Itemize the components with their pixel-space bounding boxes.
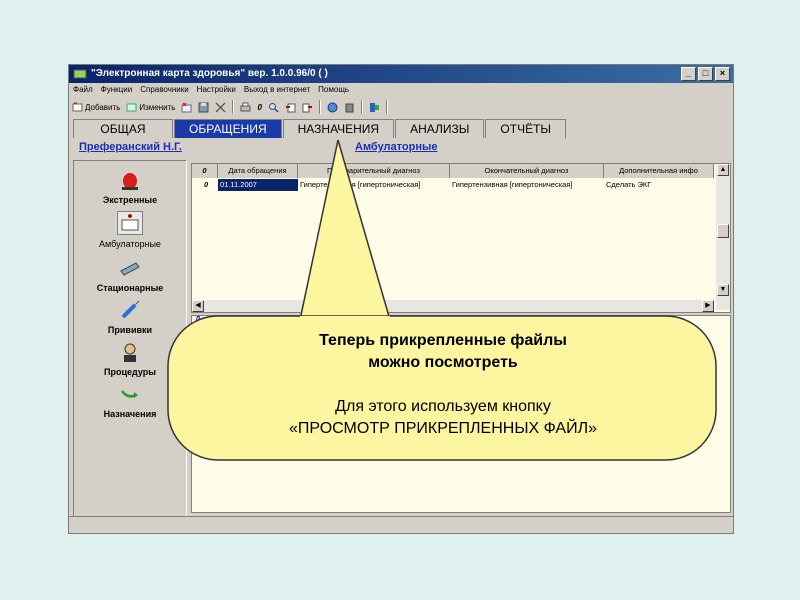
status-bar — [69, 516, 733, 533]
menu-file[interactable]: Файл — [69, 83, 97, 97]
window-title: "Электронная карта здоровья" вер. 1.0.0.… — [91, 68, 328, 79]
row-attachment[interactable]: 0 — [192, 179, 218, 191]
close-button[interactable]: × — [715, 67, 730, 81]
toolbar-separator — [360, 100, 363, 114]
scroll-right-button[interactable]: ▶ — [702, 300, 714, 312]
sidebar-item-emergency[interactable]: Экстренные — [74, 169, 186, 205]
exit-button[interactable] — [366, 102, 383, 113]
visit-date-label: Дата визит — [195, 315, 239, 324]
callout-line-4: «ПРОСМОТР ПРИКРЕПЛЕННЫХ ФАЙЛ» — [289, 420, 597, 437]
edit-label: Изменить — [139, 102, 176, 112]
row-final-diagnosis[interactable]: Гипертензивная [гипертоническая] — [450, 179, 604, 191]
sidebar-item-inpatient[interactable]: Стационарные — [74, 257, 186, 293]
sidebar-item-outpatient[interactable]: Амбулаторные — [74, 211, 186, 249]
col-final-diagnosis[interactable]: Окончательный диагноз — [450, 164, 604, 178]
save-button[interactable] — [195, 102, 212, 113]
trash-icon — [345, 103, 354, 112]
section-title: Амбулаторные — [355, 141, 438, 153]
tab-general[interactable]: ОБЩАЯ — [73, 119, 173, 138]
title-bar: "Электронная карта здоровья" вер. 1.0.0.… — [69, 65, 733, 83]
menu-functions[interactable]: Функции — [97, 83, 137, 97]
clinic-icon — [117, 211, 143, 235]
callout-line-2: можно посмотреть — [368, 354, 518, 371]
toolbar: Добавить Изменить 0 — [69, 98, 733, 116]
cancel-button[interactable] — [212, 102, 229, 113]
scroll-thumb[interactable] — [717, 224, 729, 238]
exit-icon — [369, 102, 379, 112]
cancel-icon — [215, 102, 226, 112]
tab-prescriptions[interactable]: НАЗНАЧЕНИЯ — [282, 119, 395, 138]
import-button[interactable] — [282, 102, 299, 113]
magnifier-icon — [268, 102, 279, 113]
callout-line-1: Теперь прикрепленные файлы — [319, 332, 567, 349]
callout-text: Теперь прикрепленные файлы можно посмотр… — [168, 330, 718, 440]
menu-help[interactable]: Помощь — [314, 83, 353, 97]
row-additional-info[interactable]: Сделать ЭКГ — [604, 179, 714, 191]
callout-line-3: Для этого используем кнопку — [335, 398, 551, 415]
trash-button[interactable] — [341, 102, 358, 113]
menu-bar: Файл Функции Справочники Настройки Выход… — [69, 83, 353, 97]
nurse-icon — [124, 343, 136, 362]
add-label: Добавить — [85, 102, 121, 112]
vertical-scrollbar[interactable]: ▲ ▼ — [716, 164, 730, 310]
edit-button[interactable]: Изменить — [123, 102, 178, 113]
tab-visits[interactable]: ОБРАЩЕНИЯ — [174, 119, 282, 138]
paperclip-icon: 0 — [257, 102, 262, 112]
maximize-button[interactable]: □ — [698, 67, 713, 81]
print-icon — [240, 102, 251, 111]
col-attachment[interactable]: 0 — [192, 164, 218, 178]
save-icon — [198, 102, 209, 112]
print-button[interactable] — [237, 102, 254, 113]
visits-table: 0 Дата обращения Предварительный диагноз… — [191, 163, 731, 313]
delete-record-button[interactable] — [178, 102, 195, 113]
scroll-down-button[interactable]: ▼ — [717, 284, 729, 296]
scroll-left-button[interactable]: ◀ — [192, 300, 204, 312]
col-additional-info[interactable]: Дополнительная инфо — [604, 164, 714, 178]
toolbar-separator — [232, 100, 235, 114]
syringe-icon — [121, 300, 140, 319]
view-attachments-button[interactable] — [265, 102, 282, 113]
siren-icon — [122, 173, 138, 190]
table-header: 0 Дата обращения Предварительный диагноз… — [192, 164, 714, 178]
scroll-up-button[interactable]: ▲ — [717, 164, 729, 176]
row-preliminary-diagnosis[interactable]: Гипертензивная [гипертоническая] — [298, 179, 450, 191]
globe-icon — [327, 102, 338, 112]
sidebar-item-label: Стационарные — [96, 283, 164, 293]
table-row[interactable]: 0 01.11.2007 Гипертензивная [гипертониче… — [192, 179, 714, 191]
arrow-icon — [121, 390, 138, 398]
sidebar-item-label: Амбулаторные — [99, 239, 161, 249]
import-icon — [285, 103, 296, 112]
toolbar-separator — [318, 100, 321, 114]
col-preliminary-diagnosis[interactable]: Предварительный диагноз — [298, 164, 450, 178]
delete-record-icon — [181, 102, 192, 112]
minimize-button[interactable]: _ — [681, 67, 696, 81]
internet-button[interactable] — [324, 102, 341, 113]
add-icon — [72, 102, 83, 111]
col-visit-date[interactable]: Дата обращения — [218, 164, 298, 178]
tab-reports[interactable]: ОТЧЁТЫ — [485, 119, 567, 138]
menu-internet[interactable]: Выход в интернет — [240, 83, 314, 97]
tab-analyses[interactable]: АНАЛИЗЫ — [395, 119, 485, 138]
export-button[interactable] — [299, 102, 316, 113]
app-icon — [73, 69, 87, 79]
horizontal-scrollbar[interactable]: ◀ ▶ — [192, 300, 714, 312]
tab-bar: ОБЩАЯ ОБРАЩЕНИЯ НАЗНАЧЕНИЯ АНАЛИЗЫ ОТЧЁТ… — [73, 119, 567, 138]
app-window: "Электронная карта здоровья" вер. 1.0.0.… — [68, 64, 734, 534]
menu-references[interactable]: Справочники — [136, 83, 192, 97]
bed-icon — [120, 262, 140, 276]
attach-button[interactable]: 0 — [254, 103, 264, 112]
add-button[interactable]: Добавить — [69, 102, 123, 113]
patient-name[interactable]: Преферанский Н.Г. — [79, 141, 182, 153]
toolbar-separator — [385, 100, 388, 114]
edit-icon — [126, 103, 137, 111]
export-icon — [302, 103, 312, 112]
row-visit-date[interactable]: 01.11.2007 — [218, 179, 298, 191]
sidebar-item-label: Экстренные — [102, 195, 158, 205]
menu-settings[interactable]: Настройки — [193, 83, 240, 97]
